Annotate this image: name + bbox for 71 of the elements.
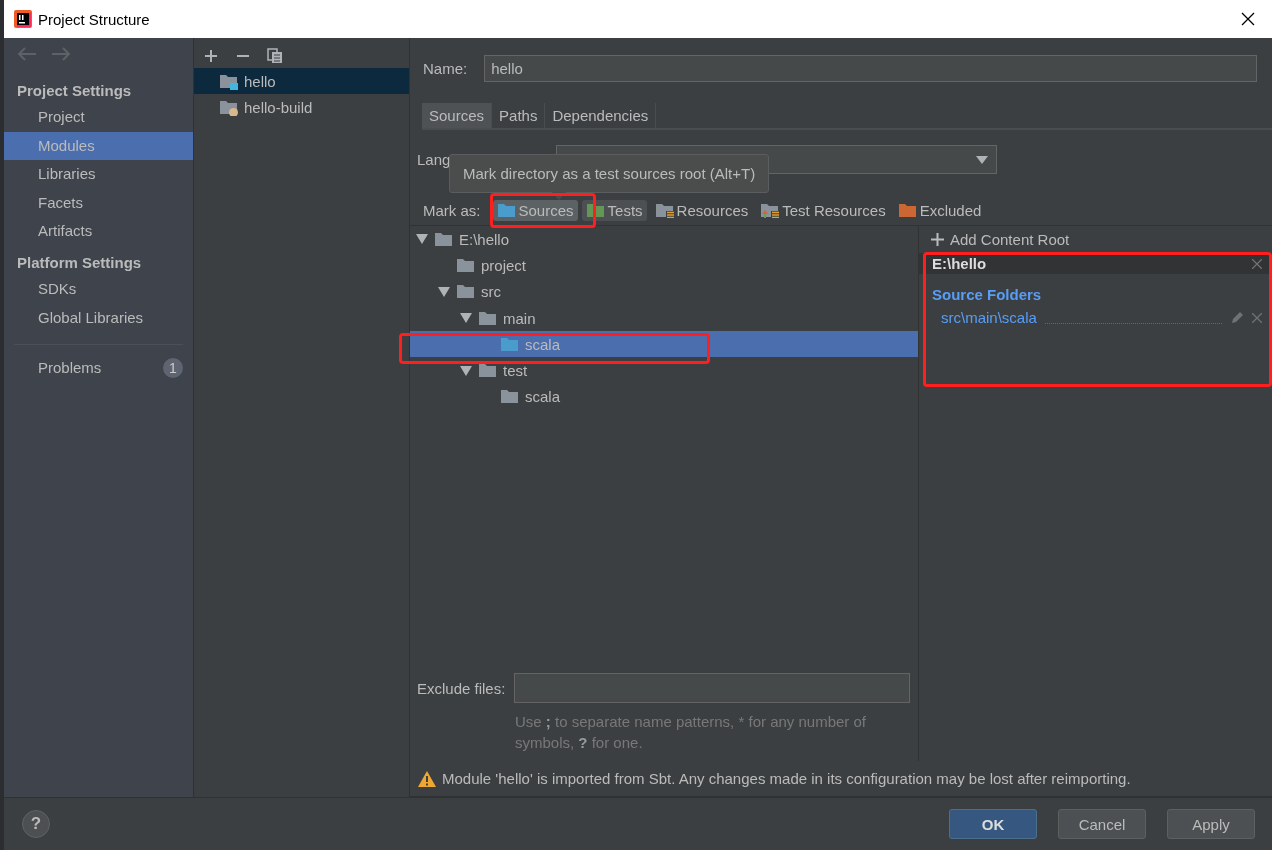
mark-button[interactable]: Tests [581,200,647,221]
field-label: Exclude files: [417,679,506,697]
sidebar-item[interactable]: Problems [38,359,102,377]
sidebar-item[interactable]: Facets [4,188,193,218]
close-icon[interactable] [1241,12,1255,26]
tooltip-pointer-icon [550,190,568,200]
sidebar-item[interactable]: Modules [4,131,193,161]
field-label: Mark as: [423,202,481,219]
folder-icon [496,203,516,218]
folder-icon [434,231,453,247]
sidebar-item[interactable]: SDKs [4,274,193,304]
sidebar-item[interactable]: Global Libraries [4,303,193,333]
warning-icon [418,770,436,787]
folder-icon [760,203,780,218]
tree-row[interactable]: main [410,304,918,332]
add-icon [931,233,944,246]
add-icon[interactable] [203,48,219,64]
folder-icon [897,203,917,218]
dropdown-arrow-icon [976,155,989,164]
dialog-button[interactable]: Apply [1167,809,1255,839]
build-folder-icon [219,98,238,116]
folder-icon [500,336,519,352]
field-label: Lang [417,151,451,168]
window-title: Project Structure [38,10,151,28]
tab[interactable]: Paths [492,103,546,128]
section-heading: Source Folders [931,285,1043,305]
tab[interactable]: Dependencies [545,103,657,128]
add-content-root-button[interactable]: Add Content Root [919,226,1272,246]
exclude-files-field[interactable] [514,673,911,703]
tree-row[interactable]: test [410,357,918,384]
section-heading: Project Settings [16,81,133,101]
folder-icon [456,257,475,273]
dialog-button[interactable]: OK [949,809,1037,839]
section-heading: Platform Settings [16,252,143,273]
sidebar-item[interactable]: Artifacts [4,217,193,246]
tree-row[interactable]: scala [410,331,918,358]
expand-arrow-icon[interactable] [460,365,472,376]
folder-icon [478,363,497,379]
tab[interactable]: Sources [422,103,493,128]
sidebar-item[interactable]: Libraries [4,160,193,189]
module-item[interactable]: hello-build [194,94,409,120]
sidebar-item[interactable]: Project [4,103,193,132]
tree-row[interactable]: E:\hello [410,226,918,253]
folder-icon [456,284,475,300]
copy-icon[interactable] [267,48,283,64]
source-folder-path: src\main\scala [941,309,1037,326]
expand-arrow-icon[interactable] [416,234,428,245]
warning-text: Module 'hello' is imported from Sbt. Any changes made in its configuration may be lost after reimporting. [442,770,1131,787]
folder-icon [500,389,519,405]
field-label: Name: [423,60,468,77]
hint-text: Use ; to separate name patterns, * for any number of symbols, ? for one. [515,712,868,753]
mark-button[interactable]: Sources [492,200,578,221]
help-button[interactable]: ? [22,810,50,838]
module-item[interactable]: hello [194,68,409,94]
tree-row[interactable]: src [410,278,918,305]
expand-arrow-icon[interactable] [438,286,450,297]
mark-button[interactable]: Excluded [893,200,986,221]
root-path: E:\hello [932,255,987,272]
folder-icon [478,310,497,326]
module-folder-icon [219,72,238,90]
count-badge: 1 [163,357,183,378]
mark-button[interactable]: Test Resources [756,200,890,221]
tree-row[interactable]: project [410,252,918,279]
tree-row[interactable]: scala [410,383,918,411]
app-logo-icon [14,10,32,28]
name-field[interactable]: hello [484,55,1257,82]
folder-icon [654,203,674,218]
expand-arrow-icon[interactable] [460,313,472,324]
mark-button[interactable]: Resources [650,200,753,221]
dialog-button[interactable]: Cancel [1058,809,1146,839]
tooltip: Mark directory as a test sources root (Alt+T) [449,154,770,193]
